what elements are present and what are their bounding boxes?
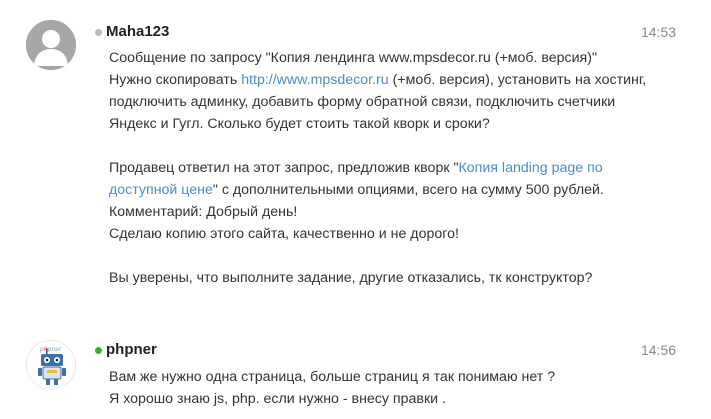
message-text: Вы уверены, что выполните задание, други… xyxy=(109,270,593,286)
default-user-avatar-icon xyxy=(26,20,76,70)
message-text: Продавец ответил на этот запрос, предлож… xyxy=(109,160,603,176)
message-body: Сообщение по запросу "Копия лендинга www… xyxy=(109,47,689,289)
chat-message: phpner phpner 14:56 Вам же нужно одна ст… xyxy=(0,330,711,419)
avatar[interactable]: phpner xyxy=(26,340,76,390)
message-body: Вам же нужно одна страница, больше стран… xyxy=(109,366,689,410)
chat-message: Maha123 14:53 Сообщение по запросу "Копи… xyxy=(0,0,711,320)
timestamp: 14:56 xyxy=(640,342,676,358)
message-text: Я хорошо знаю js, php. если нужно - внес… xyxy=(109,391,446,407)
message-text: Сделаю копию этого сайта, качественно и … xyxy=(109,226,459,242)
message-text: Комментарий: Добрый день! xyxy=(109,204,298,220)
message-text: Вам же нужно одна страница, больше стран… xyxy=(109,369,556,385)
status-dot xyxy=(95,29,102,36)
username[interactable]: phpner xyxy=(106,341,157,359)
avatar-text: phpner xyxy=(39,346,62,353)
username[interactable]: Maha123 xyxy=(106,23,169,41)
message-text: доступной цене" с дополнительными опциям… xyxy=(109,182,604,198)
message-text: Сообщение по запросу "Копия лендинга www… xyxy=(109,50,597,66)
status-dot xyxy=(95,347,102,354)
message-text: Яндекс и Гугл. Сколько будет стоить тако… xyxy=(109,116,490,132)
message-text: Нужно скопировать http://www.mpsdecor.ru… xyxy=(109,72,647,88)
kwork-link[interactable]: Копия landing page по xyxy=(459,160,603,176)
avatar[interactable] xyxy=(26,20,76,70)
timestamp: 14:53 xyxy=(640,24,676,40)
message-text: подключить админку, добавить форму обрат… xyxy=(109,94,616,110)
site-link[interactable]: http://www.mpsdecor.ru xyxy=(241,72,388,88)
robot-avatar-icon: phpner xyxy=(38,346,66,385)
kwork-link-continued[interactable]: доступной цене xyxy=(109,182,213,198)
